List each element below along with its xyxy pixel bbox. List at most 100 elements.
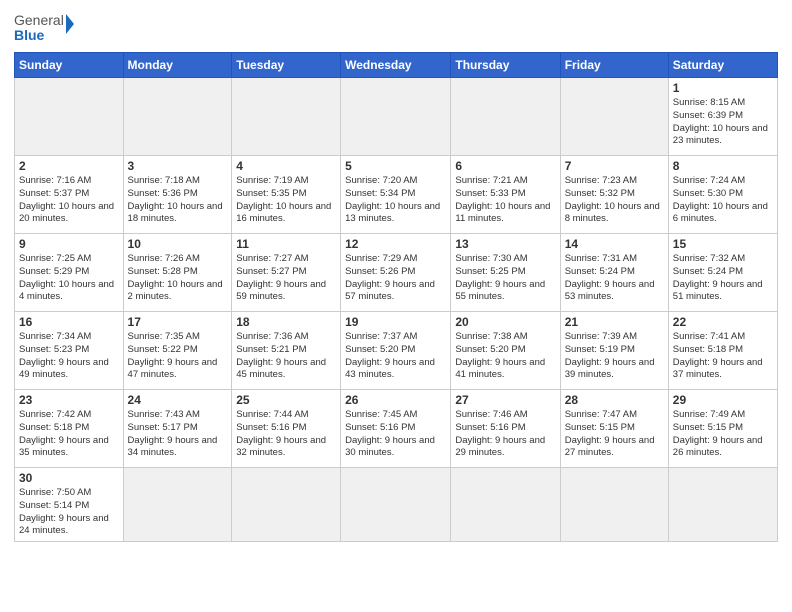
day-number: 16 — [19, 315, 119, 329]
day-number: 5 — [345, 159, 446, 173]
day-cell: 21 Sunrise: 7:39 AM Sunset: 5:19 PM Dayli… — [560, 312, 668, 390]
day-cell: 16Sunrise: 7:34 AM Sunset: 5:23 PM Dayli… — [15, 312, 124, 390]
day-number: 11 — [236, 237, 336, 251]
day-cell: 4Sunrise: 7:19 AM Sunset: 5:35 PM Daylig… — [232, 156, 341, 234]
day-info: Sunrise: 7:27 AM Sunset: 5:27 PM Dayligh… — [236, 253, 336, 304]
day-number: 18 — [236, 315, 336, 329]
day-cell: 15Sunrise: 7:32 AM Sunset: 5:24 PM Dayli… — [668, 234, 777, 312]
day-cell — [668, 468, 777, 542]
day-cell — [232, 78, 341, 156]
day-number: 19 — [345, 315, 446, 329]
logo: General Blue — [14, 10, 74, 46]
day-info: Sunrise: 7:39 AM Sunset: 5:19 PM Dayligh… — [565, 331, 664, 382]
calendar: SundayMondayTuesdayWednesdayThursdayFrid… — [14, 52, 778, 542]
day-cell — [15, 78, 124, 156]
day-cell: 1Sunrise: 8:15 AM Sunset: 6:39 PM Daylig… — [668, 78, 777, 156]
day-cell: 14 Sunrise: 7:31 AM Sunset: 5:24 PM Dayli… — [560, 234, 668, 312]
day-cell: 7Sunrise: 7:23 AM Sunset: 5:32 PM Daylig… — [560, 156, 668, 234]
svg-text:Blue: Blue — [14, 27, 45, 43]
day-cell — [123, 468, 232, 542]
day-number: 25 — [236, 393, 336, 407]
day-number: 17 — [128, 315, 228, 329]
col-header-monday: Monday — [123, 53, 232, 78]
day-number: 2 — [19, 159, 119, 173]
logo-svg: General Blue — [14, 10, 74, 46]
day-cell — [341, 78, 451, 156]
day-info: Sunrise: 7:20 AM Sunset: 5:34 PM Dayligh… — [345, 175, 446, 226]
day-cell: 19 Sunrise: 7:37 AM Sunset: 5:20 PM Dayli… — [341, 312, 451, 390]
day-number: 6 — [455, 159, 555, 173]
day-cell: 27Sunrise: 7:46 AM Sunset: 5:16 PM Dayli… — [451, 390, 560, 468]
col-header-tuesday: Tuesday — [232, 53, 341, 78]
day-info: Sunrise: 7:42 AM Sunset: 5:18 PM Dayligh… — [19, 409, 119, 460]
week-row-5: 30Sunrise: 7:50 AM Sunset: 5:14 PM Dayli… — [15, 468, 778, 542]
day-cell: 26Sunrise: 7:45 AM Sunset: 5:16 PM Dayli… — [341, 390, 451, 468]
day-info: Sunrise: 7:25 AM Sunset: 5:29 PM Dayligh… — [19, 253, 119, 304]
day-info: Sunrise: 7:32 AM Sunset: 5:24 PM Dayligh… — [673, 253, 773, 304]
header-row: SundayMondayTuesdayWednesdayThursdayFrid… — [15, 53, 778, 78]
day-number: 14 — [565, 237, 664, 251]
week-row-2: 9 Sunrise: 7:25 AM Sunset: 5:29 PM Daylig… — [15, 234, 778, 312]
day-cell: 12Sunrise: 7:29 AM Sunset: 5:26 PM Dayli… — [341, 234, 451, 312]
day-info: Sunrise: 7:49 AM Sunset: 5:15 PM Dayligh… — [673, 409, 773, 460]
day-cell: 18 Sunrise: 7:36 AM Sunset: 5:21 PM Dayli… — [232, 312, 341, 390]
col-header-sunday: Sunday — [15, 53, 124, 78]
day-number: 4 — [236, 159, 336, 173]
day-info: Sunrise: 7:46 AM Sunset: 5:16 PM Dayligh… — [455, 409, 555, 460]
week-row-0: 1Sunrise: 8:15 AM Sunset: 6:39 PM Daylig… — [15, 78, 778, 156]
day-info: Sunrise: 7:18 AM Sunset: 5:36 PM Dayligh… — [128, 175, 228, 226]
day-number: 26 — [345, 393, 446, 407]
day-info: Sunrise: 7:26 AM Sunset: 5:28 PM Dayligh… — [128, 253, 228, 304]
day-info: Sunrise: 7:29 AM Sunset: 5:26 PM Dayligh… — [345, 253, 446, 304]
day-cell: 28Sunrise: 7:47 AM Sunset: 5:15 PM Dayli… — [560, 390, 668, 468]
day-cell: 11 Sunrise: 7:27 AM Sunset: 5:27 PM Dayli… — [232, 234, 341, 312]
day-info: Sunrise: 7:23 AM Sunset: 5:32 PM Dayligh… — [565, 175, 664, 226]
day-cell: 2 Sunrise: 7:16 AM Sunset: 5:37 PM Daylig… — [15, 156, 124, 234]
day-info: Sunrise: 7:21 AM Sunset: 5:33 PM Dayligh… — [455, 175, 555, 226]
day-cell — [560, 468, 668, 542]
day-number: 9 — [19, 237, 119, 251]
svg-text:General: General — [14, 12, 64, 28]
week-row-4: 23 Sunrise: 7:42 AM Sunset: 5:18 PM Dayli… — [15, 390, 778, 468]
day-number: 8 — [673, 159, 773, 173]
day-number: 21 — [565, 315, 664, 329]
day-cell: 22Sunrise: 7:41 AM Sunset: 5:18 PM Dayli… — [668, 312, 777, 390]
day-number: 30 — [19, 471, 119, 485]
week-row-1: 2 Sunrise: 7:16 AM Sunset: 5:37 PM Daylig… — [15, 156, 778, 234]
day-cell: 10Sunrise: 7:26 AM Sunset: 5:28 PM Dayli… — [123, 234, 232, 312]
day-number: 22 — [673, 315, 773, 329]
col-header-friday: Friday — [560, 53, 668, 78]
day-info: Sunrise: 7:31 AM Sunset: 5:24 PM Dayligh… — [565, 253, 664, 304]
day-info: Sunrise: 7:30 AM Sunset: 5:25 PM Dayligh… — [455, 253, 555, 304]
day-cell: 9 Sunrise: 7:25 AM Sunset: 5:29 PM Daylig… — [15, 234, 124, 312]
day-cell: 20Sunrise: 7:38 AM Sunset: 5:20 PM Dayli… — [451, 312, 560, 390]
day-cell: 30Sunrise: 7:50 AM Sunset: 5:14 PM Dayli… — [15, 468, 124, 542]
day-number: 23 — [19, 393, 119, 407]
col-header-saturday: Saturday — [668, 53, 777, 78]
day-info: Sunrise: 7:35 AM Sunset: 5:22 PM Dayligh… — [128, 331, 228, 382]
day-cell: 5 Sunrise: 7:20 AM Sunset: 5:34 PM Daylig… — [341, 156, 451, 234]
day-number: 24 — [128, 393, 228, 407]
day-cell — [560, 78, 668, 156]
day-cell: 24Sunrise: 7:43 AM Sunset: 5:17 PM Dayli… — [123, 390, 232, 468]
day-cell — [123, 78, 232, 156]
day-cell: 23 Sunrise: 7:42 AM Sunset: 5:18 PM Dayli… — [15, 390, 124, 468]
day-info: Sunrise: 7:24 AM Sunset: 5:30 PM Dayligh… — [673, 175, 773, 226]
day-info: Sunrise: 7:16 AM Sunset: 5:37 PM Dayligh… — [19, 175, 119, 226]
day-info: Sunrise: 7:37 AM Sunset: 5:20 PM Dayligh… — [345, 331, 446, 382]
day-cell: 6 Sunrise: 7:21 AM Sunset: 5:33 PM Daylig… — [451, 156, 560, 234]
day-cell — [451, 78, 560, 156]
day-cell: 29 Sunrise: 7:49 AM Sunset: 5:15 PM Dayli… — [668, 390, 777, 468]
header: General Blue — [14, 10, 778, 46]
day-cell — [451, 468, 560, 542]
day-info: Sunrise: 7:47 AM Sunset: 5:15 PM Dayligh… — [565, 409, 664, 460]
day-cell: 3 Sunrise: 7:18 AM Sunset: 5:36 PM Daylig… — [123, 156, 232, 234]
day-number: 29 — [673, 393, 773, 407]
day-number: 3 — [128, 159, 228, 173]
day-cell: 25Sunrise: 7:44 AM Sunset: 5:16 PM Dayli… — [232, 390, 341, 468]
col-header-thursday: Thursday — [451, 53, 560, 78]
day-cell: 8 Sunrise: 7:24 AM Sunset: 5:30 PM Daylig… — [668, 156, 777, 234]
week-row-3: 16Sunrise: 7:34 AM Sunset: 5:23 PM Dayli… — [15, 312, 778, 390]
day-info: Sunrise: 7:36 AM Sunset: 5:21 PM Dayligh… — [236, 331, 336, 382]
page: General Blue SundayMondayTuesdayWednesda… — [0, 0, 792, 612]
